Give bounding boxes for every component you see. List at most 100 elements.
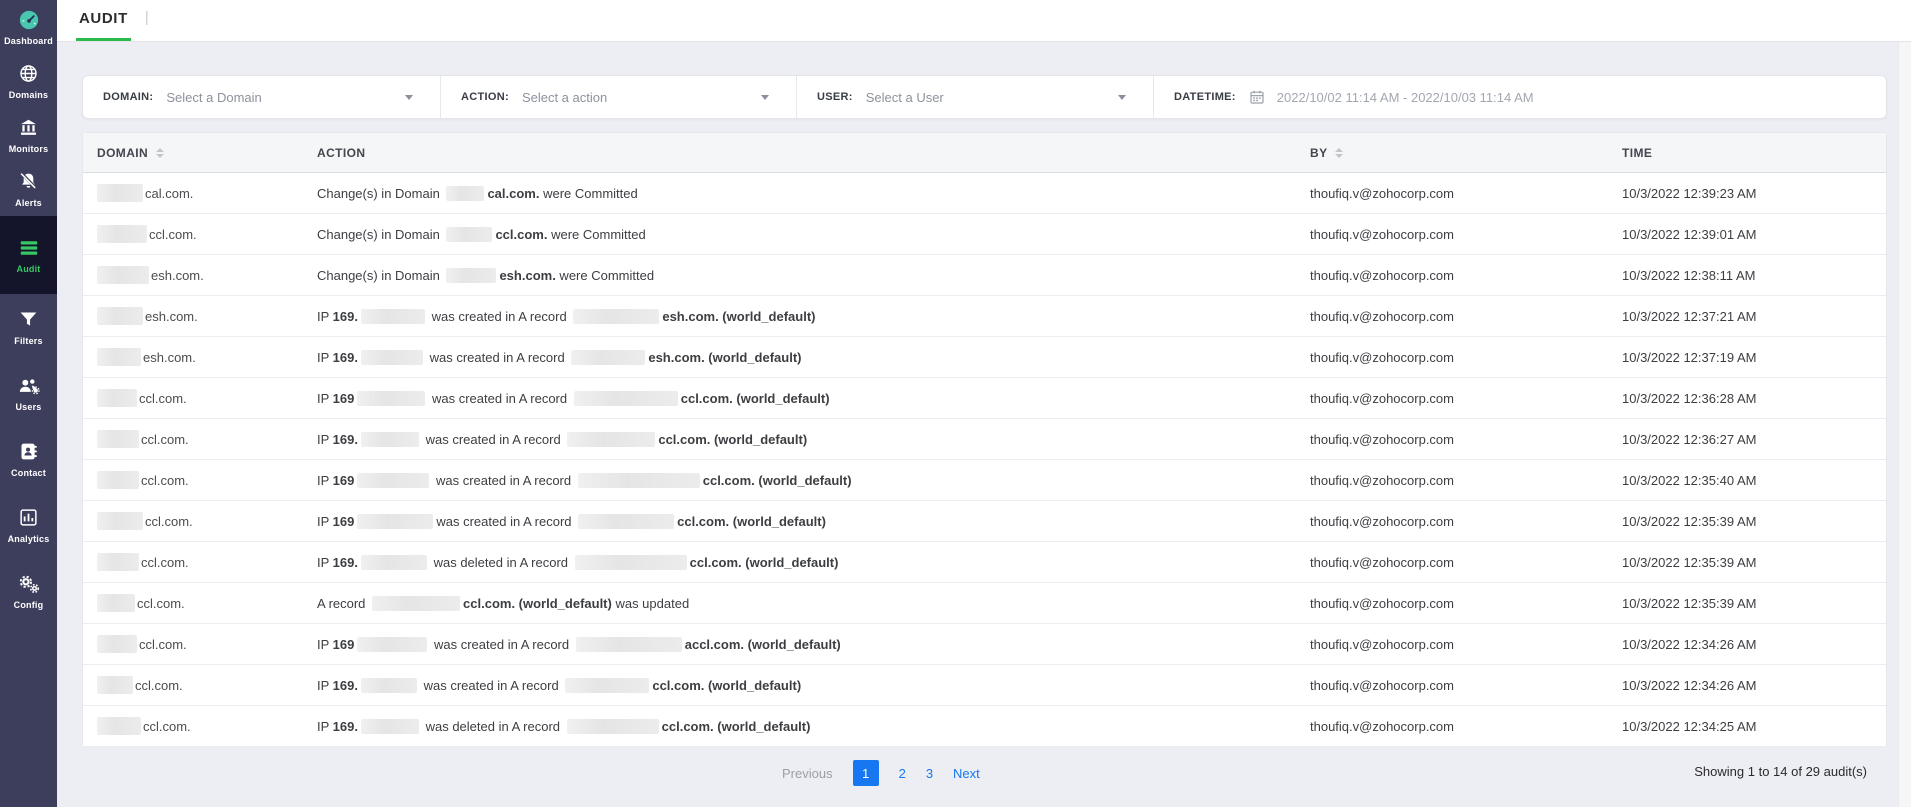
sidebar-item-contact[interactable]: Contact [0, 426, 57, 492]
column-header-domain[interactable]: DOMAIN [83, 146, 303, 160]
pagination-previous[interactable]: Previous [782, 766, 833, 781]
action-cell: IP 169. was created in A record esh.com.… [303, 350, 1296, 365]
pagination-page-3[interactable]: 3 [926, 766, 933, 781]
action-text-segment: was created in A record [428, 391, 570, 406]
action-text-segment: 169 [333, 637, 355, 652]
action-text-segment: 169. [333, 719, 358, 734]
pagination-next[interactable]: Next [953, 766, 980, 781]
column-header-by[interactable]: BY [1296, 146, 1608, 160]
action-text-segment: ccl.com. (world_default) [658, 432, 807, 447]
action-cell: IP 169 was created in A record accl.com.… [303, 637, 1296, 652]
table-row: ccl.com. IP 169 was created in A record … [83, 460, 1886, 501]
action-text-segment: 169. [333, 309, 358, 324]
sidebar-item-filters[interactable]: Filters [0, 294, 57, 360]
table-row: ccl.com. IP 169was created in A record c… [83, 501, 1886, 542]
sidebar-item-users[interactable]: Users [0, 360, 57, 426]
by-cell: thoufiq.v@zohocorp.com [1296, 186, 1608, 201]
datetime-range-picker[interactable]: DATETIME: 2022/10/02 11:14 AM - 2022/10/… [1154, 76, 1886, 118]
sidebar-item-dashboard[interactable]: Dashboard [0, 0, 57, 54]
redacted-text [97, 348, 141, 366]
scrollbar-track[interactable] [1898, 42, 1911, 807]
action-text-segment: 169 [333, 473, 355, 488]
sidebar-item-audit[interactable]: Audit [0, 216, 57, 294]
domain-cell: esh.com. [83, 348, 303, 366]
redacted-text [567, 432, 655, 447]
sort-icon[interactable] [156, 148, 164, 158]
redacted-text [567, 719, 659, 734]
redacted-text [97, 676, 133, 694]
domain-suffix-text: esh.com. [151, 268, 204, 283]
action-text-segment: ccl.com. (world_default) [662, 719, 811, 734]
sidebar-item-config[interactable]: Config [0, 558, 57, 624]
time-cell: 10/3/2022 12:39:01 AM [1608, 227, 1886, 242]
action-cell: IP 169. was deleted in A record ccl.com.… [303, 719, 1296, 734]
time-cell: 10/3/2022 12:37:19 AM [1608, 350, 1886, 365]
redacted-text [97, 635, 137, 653]
redacted-text [97, 184, 143, 202]
column-header-time: TIME [1608, 146, 1886, 160]
table-row: ccl.com. Change(s) in Domain ccl.com. we… [83, 214, 1886, 255]
action-text-segment: accl.com. (world_default) [685, 637, 841, 652]
redacted-text [357, 514, 433, 529]
sidebar-item-domains[interactable]: Domains [0, 54, 57, 108]
domain-filter-select[interactable]: DOMAIN: Select a Domain [83, 76, 441, 118]
sidebar-item-alerts[interactable]: Alerts [0, 162, 57, 216]
action-cell: IP 169 was created in A record ccl.com. … [303, 391, 1296, 406]
chevron-down-icon[interactable] [761, 95, 769, 100]
by-cell: thoufiq.v@zohocorp.com [1296, 268, 1608, 283]
domain-cell: esh.com. [83, 307, 303, 325]
redacted-text [97, 389, 137, 407]
time-cell: 10/3/2022 12:36:28 AM [1608, 391, 1886, 406]
sidebar-item-monitors[interactable]: Monitors [0, 108, 57, 162]
bottom-bar: Previous 1 2 3 Next Showing 1 to 14 of 2… [82, 747, 1887, 803]
table-header-row: DOMAIN ACTION BY TIME [83, 133, 1886, 173]
domain-suffix-text: ccl.com. [141, 473, 189, 488]
tab-audit[interactable]: AUDIT [76, 0, 131, 41]
action-text-segment: was created in A record [436, 514, 575, 529]
action-text-segment: IP [317, 637, 333, 652]
redacted-text [446, 227, 492, 242]
datetime-filter-label: DATETIME: [1174, 91, 1236, 103]
domain-suffix-text: esh.com. [143, 350, 196, 365]
action-text-segment: IP [317, 719, 333, 734]
time-cell: 10/3/2022 12:35:39 AM [1608, 514, 1886, 529]
table-row: ccl.com. IP 169. was deleted in A record… [83, 706, 1886, 747]
action-cell: A record ccl.com. (world_default) was up… [303, 596, 1296, 611]
chevron-down-icon[interactable] [405, 95, 413, 100]
calendar-icon[interactable] [1249, 89, 1265, 105]
by-cell: thoufiq.v@zohocorp.com [1296, 473, 1608, 488]
action-text-segment: cal.com. [487, 186, 539, 201]
sidebar-item-label: Audit [17, 264, 41, 274]
redacted-text [361, 350, 423, 365]
pagination-page-2[interactable]: 2 [899, 766, 906, 781]
gears-icon [17, 573, 41, 595]
action-text-segment: was created in A record [428, 309, 570, 324]
redacted-text [361, 555, 427, 570]
datetime-range-value: 2022/10/02 11:14 AM - 2022/10/03 11:14 A… [1277, 90, 1534, 105]
action-text-segment: Change(s) in Domain [317, 186, 443, 201]
chevron-down-icon[interactable] [1118, 95, 1126, 100]
action-text-segment: IP [317, 309, 333, 324]
action-text-segment: were Committed [539, 186, 637, 201]
time-cell: 10/3/2022 12:34:25 AM [1608, 719, 1886, 734]
redacted-text [574, 391, 678, 406]
action-text-segment: ccl.com. (world_default) [690, 555, 839, 570]
filter-bar: DOMAIN: Select a Domain ACTION: Select a… [82, 75, 1887, 119]
action-text-segment: was created in A record [420, 678, 562, 693]
sidebar-item-analytics[interactable]: Analytics [0, 492, 57, 558]
action-text-segment: were Committed [547, 227, 645, 242]
redacted-text [575, 555, 687, 570]
action-text-segment: IP [317, 678, 333, 693]
by-cell: thoufiq.v@zohocorp.com [1296, 350, 1608, 365]
user-filter-select[interactable]: USER: Select a User [797, 76, 1154, 118]
action-cell: IP 169. was created in A record ccl.com.… [303, 432, 1296, 447]
pagination-page-1[interactable]: 1 [853, 760, 879, 786]
redacted-text [97, 594, 135, 612]
domain-suffix-text: ccl.com. [139, 637, 187, 652]
sort-icon[interactable] [1335, 148, 1343, 158]
action-cell: Change(s) in Domain cal.com. were Commit… [303, 186, 1296, 201]
action-filter-select[interactable]: ACTION: Select a action [441, 76, 797, 118]
domain-suffix-text: ccl.com. [139, 391, 187, 406]
sidebar-item-label: Domains [9, 90, 48, 100]
action-text-segment: 169. [333, 432, 358, 447]
